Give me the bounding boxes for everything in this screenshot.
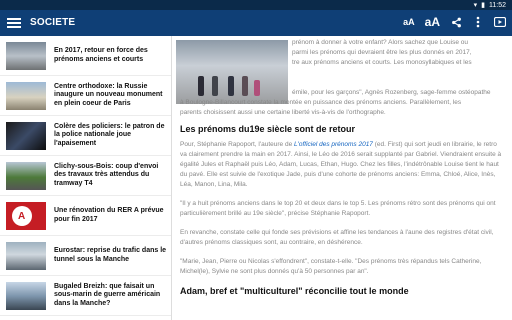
list-item-title: En 2017, retour en force des prénoms anc… [54,47,148,63]
battery-icon: ▮ [481,2,485,9]
article-thumbnail [6,81,46,110]
list-item[interactable]: Centre orthodoxe: la Russie inaugure un … [0,76,171,116]
list-item-title: Clichy-sous-Bois: coup d'envoi des trava… [54,162,159,187]
article-thumbnail [6,241,46,270]
section-heading: Adam, bref et "multiculturel" réconcilie… [180,286,409,296]
status-time: 11:52 [489,1,506,9]
article-thumbnail: A [6,201,46,230]
font-decrease-button[interactable]: aA [403,17,415,27]
article-body: prénom à donner à votre enfant? Alors sa… [172,36,512,320]
article-thumbnail [6,281,46,310]
list-item[interactable]: Bugaled Breizh: que faisait un sous-mari… [0,276,171,316]
menu-icon[interactable] [7,16,21,30]
font-increase-button[interactable]: aA [425,15,440,29]
status-bar: ▾ ▮ 11:52 [0,0,512,10]
article-paragraph: En revanche, constate celle qui fonde se… [180,229,494,246]
article-thumbnail [6,161,46,190]
video-icon[interactable] [494,16,506,28]
more-options-icon[interactable] [472,16,484,28]
article-paragraph: Pour, Stéphanie Rapoport, l'auteure de L… [180,141,502,188]
article-thumbnail [6,121,46,150]
list-item[interactable]: Clichy-sous-Bois: coup d'envoi des trava… [0,156,171,196]
list-item[interactable]: En 2017, retour en force des prénoms anc… [0,36,171,76]
article-intro: prénom à donner à votre enfant? Alors sa… [292,39,491,96]
list-item[interactable]: Eurostar: reprise du trafic dans le tunn… [0,236,171,276]
wifi-icon: ▾ [473,2,478,9]
list-item-title: Colère des policiers: le patron de la po… [54,122,165,147]
article-intro-cont: à Boulogne-Billancourt constate la monté… [180,99,462,116]
section-heading: Les prénoms du19e siècle sont de retour [180,124,356,134]
app-bar: SOCIETE aA aA [0,10,512,36]
article-thumbnail [6,41,46,70]
list-item[interactable]: Colère des policiers: le patron de la po… [0,116,171,156]
article-paragraph: "Marie, Jean, Pierre ou Nicolas s'effond… [180,258,482,275]
article-paragraph: "Il y a huit prénoms anciens dans le top… [180,200,496,217]
list-item-title: Une rénovation du RER A prévue pour fin … [54,207,164,223]
list-item-title: Centre orthodoxe: la Russie inaugure un … [54,82,163,107]
list-item-title: Bugaled Breizh: que faisait un sous-mari… [54,282,161,307]
share-icon[interactable] [450,16,462,28]
article-list: En 2017, retour en force des prénoms anc… [0,36,172,320]
list-item-title: Eurostar: reprise du trafic dans le tunn… [54,247,167,263]
section-title: SOCIETE [30,17,76,28]
book-link[interactable]: L'officiel des prénoms 2017 [294,141,373,148]
list-item[interactable]: A Une rénovation du RER A prévue pour fi… [0,196,171,236]
